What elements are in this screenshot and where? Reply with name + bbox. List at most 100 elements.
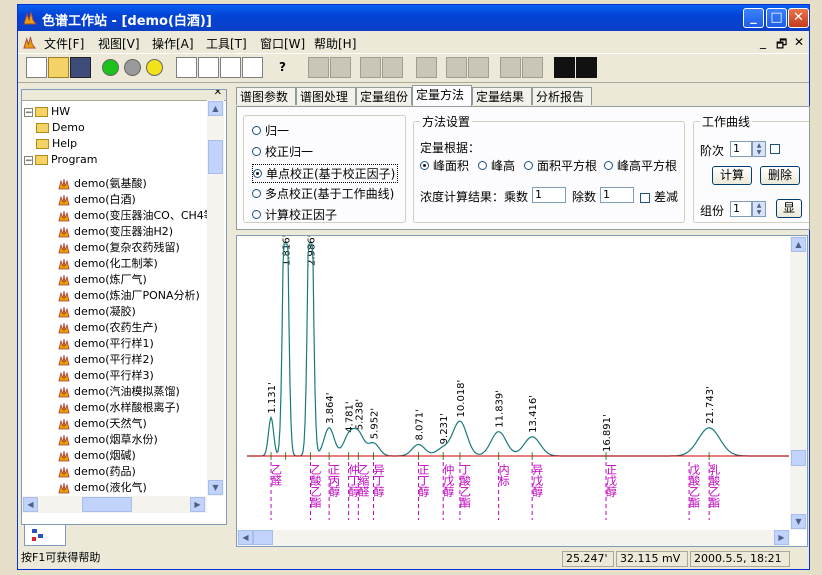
scroll-up-icon[interactable]: ▲ [208, 101, 223, 116]
tab-quant-components[interactable]: 定量组份 [356, 87, 412, 105]
tab-chart-processing[interactable]: 谱图处理 [296, 87, 356, 105]
peak-unmark-icon[interactable] [576, 57, 597, 78]
tree-item[interactable]: demo(液化气) [58, 480, 147, 496]
scroll-left-icon[interactable]: ◀ [238, 530, 253, 545]
subtract-checkbox[interactable]: 差减 [640, 188, 678, 205]
tree-item[interactable]: demo(烟草水份) [58, 432, 158, 448]
chromatogram-chart[interactable]: 1.131'1.816' 2.986'3.864' 4.781'5.238' 5.95… [237, 236, 807, 546]
radio-corrected-normalize[interactable]: 校正归一 [252, 143, 313, 160]
calculator-icon[interactable] [176, 57, 197, 78]
radio-normalize[interactable]: 归一 [252, 122, 289, 139]
scroll-up-icon[interactable]: ▲ [791, 237, 806, 252]
stop-gray-icon[interactable] [124, 59, 141, 76]
tree-item[interactable]: demo(天然气) [58, 416, 147, 432]
order-input[interactable]: 1 [730, 141, 752, 157]
context-help-icon[interactable]: ? [272, 57, 293, 78]
show-button[interactable]: 显 [776, 199, 802, 218]
tree-horizontal-scrollbar[interactable]: ◀ ▶ [22, 496, 207, 513]
pause-yellow-icon[interactable] [146, 59, 163, 76]
report-icon[interactable] [242, 57, 263, 78]
tree-item[interactable]: demo(水样酸根离子) [58, 400, 180, 416]
close-panel-icon[interactable]: ✕ [214, 90, 222, 98]
tree-item[interactable]: demo(炼厂气) [58, 272, 147, 288]
tree-folder-program[interactable]: − Program [24, 152, 97, 168]
tree-item[interactable]: demo(变压器油CO、CH4等) [58, 208, 219, 224]
tree-item[interactable]: demo(农药生产) [58, 320, 158, 336]
component-spinner[interactable]: ▲ ▼ [752, 201, 766, 217]
chart-vertical-scrollbar[interactable]: ▲ ▼ [790, 236, 807, 530]
app-menu-icon[interactable] [23, 36, 36, 49]
radio-single-point[interactable]: 单点校正(基于校正因子) [252, 164, 399, 183]
multiplier-input[interactable]: 1 [532, 187, 566, 203]
save-disk-icon[interactable] [70, 57, 91, 78]
peak-tool-3-icon[interactable] [360, 57, 381, 78]
peak-tool-5-icon[interactable] [446, 57, 467, 78]
minimize-button[interactable]: _ [743, 8, 764, 28]
collapse-icon[interactable]: − [24, 107, 33, 117]
hscroll-thumb[interactable] [82, 497, 132, 512]
tree-item[interactable]: demo(平行样2) [58, 352, 154, 368]
tree-item[interactable]: demo(复杂农药残留) [58, 240, 180, 256]
menu-tools[interactable]: 工具[T] [206, 35, 247, 52]
maximize-button[interactable]: □ [766, 8, 787, 28]
tab-quant-results[interactable]: 定量结果 [472, 87, 532, 105]
radio-height-sqrt[interactable]: 峰高平方根 [604, 157, 677, 174]
delete-button[interactable]: 删除 [760, 166, 800, 185]
menu-action[interactable]: 操作[A] [152, 35, 194, 52]
scroll-left-icon[interactable]: ◀ [23, 497, 38, 512]
peak-tool-1-icon[interactable] [308, 57, 329, 78]
radio-multi-point[interactable]: 多点校正(基于工作曲线) [252, 185, 394, 202]
tree-item[interactable]: demo(平行样3) [58, 368, 154, 384]
tree-item[interactable]: demo(凝胶) [58, 304, 136, 320]
menu-view[interactable]: 视图[V] [98, 35, 140, 52]
hscroll-thumb[interactable] [253, 530, 273, 545]
new-file-icon[interactable] [26, 57, 47, 78]
close-button[interactable]: ✕ [788, 8, 809, 28]
tree-item[interactable]: demo(氨基酸) [58, 176, 147, 192]
peak-tool-6-icon[interactable] [468, 57, 489, 78]
scroll-right-icon[interactable]: ▶ [774, 530, 789, 545]
open-folder-icon[interactable] [48, 57, 69, 78]
baseline-tool-icon[interactable] [416, 57, 437, 78]
peak-mark-icon[interactable] [554, 57, 575, 78]
tree-item[interactable]: demo(炼油厂PONA分析) [58, 288, 200, 304]
scroll-right-icon[interactable]: ▶ [190, 497, 205, 512]
tab-analysis-report[interactable]: 分析报告 [532, 87, 592, 105]
tab-chart-params[interactable]: 谱图参数 [236, 87, 296, 105]
tree-folder-demo[interactable]: Demo [36, 120, 85, 136]
peak-tool-2-icon[interactable] [330, 57, 351, 78]
peak-tool-4-icon[interactable] [382, 57, 403, 78]
tree-view-tab[interactable] [24, 525, 66, 546]
title-bar[interactable]: 色谱工作站 - [demo(白酒)] _ □ ✕ [18, 5, 809, 31]
tree-item[interactable]: demo(化工制苯) [58, 256, 158, 272]
tree-item[interactable]: demo(药品) [58, 464, 136, 480]
radio-area-sqrt[interactable]: 面积平方根 [524, 157, 597, 174]
radio-peak-area[interactable]: 峰面积 [420, 157, 469, 174]
chart-horizontal-scrollbar[interactable]: ◀ ▶ [237, 530, 790, 546]
scroll-thumb[interactable] [208, 140, 223, 174]
tab-quant-method[interactable]: 定量方法 [412, 85, 472, 106]
calc-button[interactable]: 计算 [712, 166, 752, 185]
scroll-down-icon[interactable]: ▼ [208, 480, 223, 495]
component-input[interactable]: 1 [730, 201, 752, 217]
redo-icon[interactable] [522, 57, 543, 78]
curve-checkbox[interactable] [770, 144, 780, 154]
collapse-icon[interactable]: − [24, 155, 33, 165]
tree-item[interactable]: demo(平行样1) [58, 336, 154, 352]
menu-window[interactable]: 窗口[W] [260, 35, 305, 52]
child-close-button[interactable]: ✕ [794, 35, 804, 49]
divisor-input[interactable]: 1 [600, 187, 634, 203]
tree-item[interactable]: demo(汽油模拟蒸馏) [58, 384, 180, 400]
child-minimize-button[interactable]: _ [760, 35, 766, 49]
scroll-thumb[interactable] [791, 450, 806, 466]
export-icon[interactable] [220, 57, 241, 78]
menu-file[interactable]: 文件[F] [44, 35, 84, 52]
tree-item[interactable]: demo(变压器油H2) [58, 224, 173, 240]
menu-help[interactable]: 帮助[H] [314, 35, 356, 52]
tree-item[interactable]: demo(烟碱) [58, 448, 136, 464]
tree-folder-help[interactable]: Help [36, 136, 77, 152]
radio-calc-factor[interactable]: 计算校正因子 [252, 206, 337, 223]
printer-icon[interactable] [198, 57, 219, 78]
tree-vertical-scrollbar[interactable]: ▲ ▼ [207, 100, 224, 496]
tree-item[interactable]: demo(白酒) [58, 192, 136, 208]
